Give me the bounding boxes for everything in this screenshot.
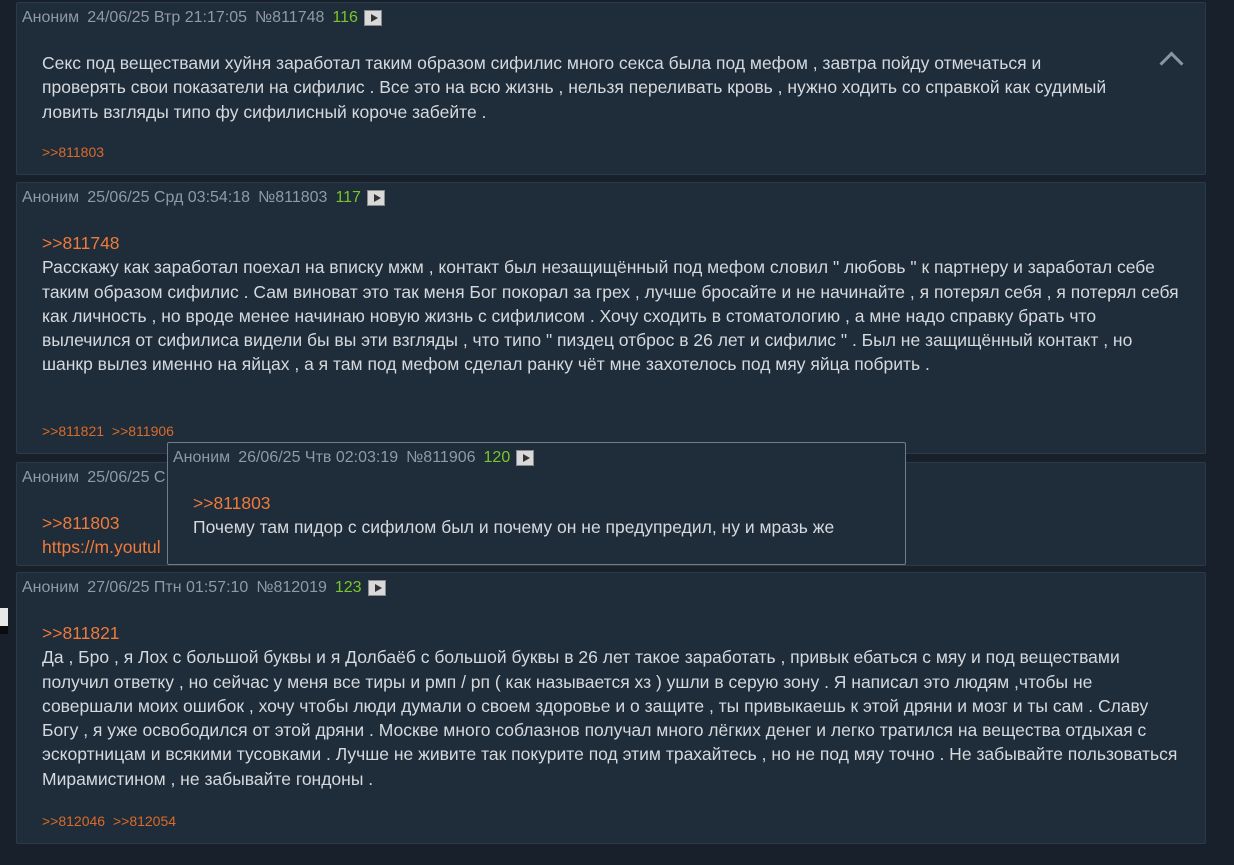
reply-link[interactable]: >>812046	[42, 813, 105, 829]
quote-link[interactable]: >>811748	[42, 231, 1185, 255]
reply-links: >>811803	[42, 144, 108, 160]
post-author: Аноним	[22, 579, 80, 596]
post-body: >>811748 Расскажу как заработал поехал н…	[42, 231, 1185, 377]
post-preview-popup[interactable]: Аноним 26/06/25 Чтв 02:03:19 №811906 120…	[167, 442, 906, 565]
scroll-up-arrow-icon[interactable]	[1159, 51, 1184, 76]
post-header: Аноним 27/06/25 Птн 01:57:10 №812019 123	[22, 579, 394, 597]
reply-link[interactable]: >>811803	[42, 144, 104, 160]
quote-link[interactable]: >>811821	[42, 621, 1185, 645]
post-811803: Аноним 25/06/25 Срд 03:54:18 №811803 117…	[16, 182, 1206, 454]
post-header: Аноним 25/06/25 С	[22, 469, 173, 487]
reply-link[interactable]: >>811821	[42, 423, 104, 439]
play-icon[interactable]	[367, 580, 386, 596]
post-header: Аноним 24/06/25 Втр 21:17:05 №811748 116	[22, 9, 390, 27]
reply-links: >>811821 >>811906	[42, 423, 178, 439]
post-811748: Аноним 24/06/25 Втр 21:17:05 №811748 116…	[16, 2, 1206, 175]
post-date: 25/06/25 С	[87, 469, 166, 486]
post-number[interactable]: №812019	[256, 579, 327, 597]
post-812019: Аноним 27/06/25 Птн 01:57:10 №812019 123…	[16, 572, 1206, 844]
post-body: >>811821 Да , Бро , я Лох с большой букв…	[42, 621, 1185, 791]
reply-link[interactable]: >>811906	[112, 423, 174, 439]
post-date: 27/06/25 Птн 01:57:10	[87, 579, 249, 596]
post-count: 123	[334, 579, 362, 596]
post-text: Секс под веществами хуйня заработал таки…	[42, 53, 1107, 122]
post-count: 116	[332, 9, 358, 26]
left-edge-artifact	[0, 608, 8, 634]
post-date: 24/06/25 Втр 21:17:05	[87, 9, 248, 26]
post-date: 25/06/25 Срд 03:54:18	[87, 189, 251, 206]
post-author: Аноним	[22, 469, 80, 486]
post-author: Аноним	[173, 449, 231, 466]
reply-link[interactable]: >>812054	[113, 813, 176, 829]
post-text: Расскажу как заработал поехал на вписку …	[42, 257, 1179, 375]
post-text: Да , Бро , я Лох с большой буквы и я Дол…	[42, 647, 1178, 789]
popup-body: >>811803 Почему там пидор с сифилом был …	[193, 491, 885, 540]
post-number[interactable]: №811803	[258, 189, 327, 207]
post-number[interactable]: №811906	[406, 449, 475, 467]
post-date: 26/06/25 Чтв 02:03:19	[238, 449, 399, 466]
post-text: Почему там пидор с сифилом был и почему …	[193, 517, 835, 538]
play-icon[interactable]	[363, 10, 382, 26]
quote-link[interactable]: >>811803	[193, 491, 885, 515]
post-count: 120	[483, 449, 511, 466]
popup-header: Аноним 26/06/25 Чтв 02:03:19 №811906 120	[173, 449, 542, 467]
post-header: Аноним 25/06/25 Срд 03:54:18 №811803 117	[22, 189, 393, 207]
play-icon[interactable]	[516, 450, 535, 466]
post-number[interactable]: №811748	[255, 9, 324, 27]
reply-links: >>812046 >>812054	[42, 813, 180, 829]
post-count: 117	[335, 189, 361, 206]
play-icon[interactable]	[366, 190, 385, 206]
post-author: Аноним	[22, 189, 80, 206]
post-author: Аноним	[22, 9, 80, 26]
